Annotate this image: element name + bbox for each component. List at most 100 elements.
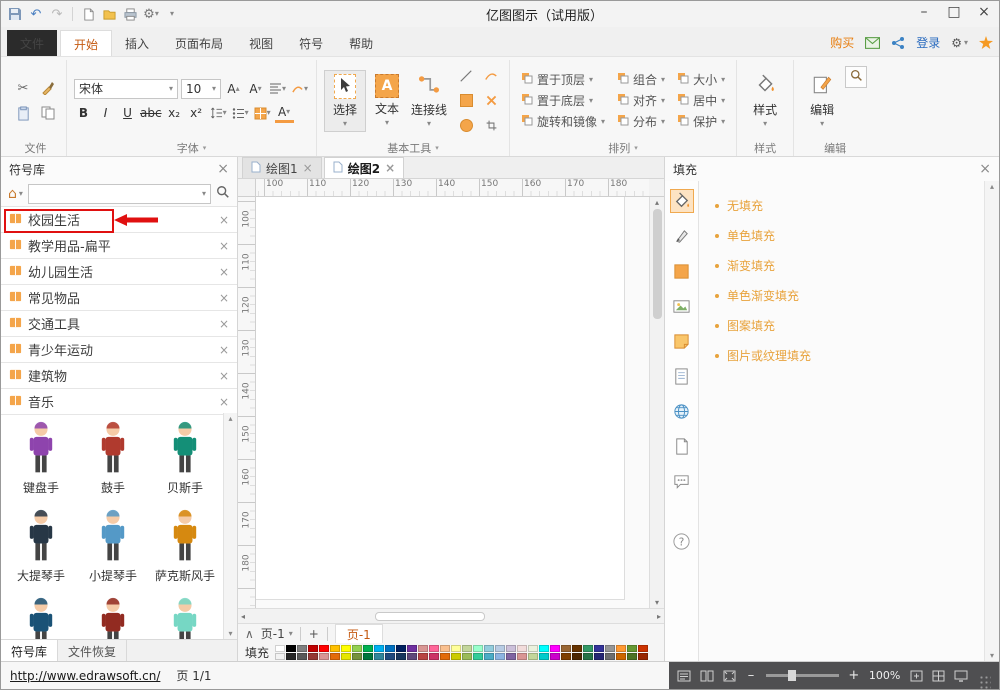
rectangle-tool-icon[interactable] bbox=[455, 90, 477, 112]
palette-color-swatch[interactable] bbox=[462, 645, 472, 652]
menu-tab[interactable]: 插入 bbox=[112, 30, 162, 56]
arrange-command[interactable]: 居中 ▾ bbox=[673, 90, 729, 111]
palette-color-swatch[interactable] bbox=[528, 653, 538, 660]
palette-color-swatch[interactable] bbox=[308, 653, 318, 660]
palette-color-swatch[interactable] bbox=[385, 645, 395, 652]
category-close-icon[interactable]: × bbox=[219, 239, 229, 253]
copy-icon[interactable] bbox=[37, 102, 59, 124]
symbol-category-row[interactable]: 青少年运动 × bbox=[1, 337, 237, 363]
palette-color-swatch[interactable] bbox=[638, 653, 648, 660]
palette-color-swatch[interactable] bbox=[594, 653, 604, 660]
palette-color-swatch[interactable] bbox=[627, 653, 637, 660]
zoom-in-button[interactable]: + bbox=[848, 668, 860, 683]
text-curve-button[interactable]: ▾ bbox=[290, 79, 309, 98]
vertical-scrollbar[interactable]: ▴ ▾ bbox=[649, 197, 664, 608]
palette-color-swatch[interactable] bbox=[418, 645, 428, 652]
drawing-page[interactable] bbox=[256, 197, 625, 600]
subscript-button[interactable]: x₂ bbox=[165, 104, 184, 123]
palette-color-swatch[interactable] bbox=[550, 645, 560, 652]
palette-color-swatch[interactable] bbox=[286, 645, 296, 652]
zoom-slider[interactable] bbox=[766, 674, 839, 677]
note-icon[interactable] bbox=[670, 329, 694, 353]
symbol-item[interactable] bbox=[77, 597, 149, 639]
arrange-command[interactable]: 大小 ▾ bbox=[673, 69, 729, 90]
scroll-up-icon[interactable]: ▴ bbox=[990, 182, 994, 191]
menu-tab[interactable]: 页面布局 bbox=[162, 30, 236, 56]
login-link[interactable]: 登录 bbox=[916, 34, 940, 51]
palette-color-swatch[interactable] bbox=[561, 653, 571, 660]
palette-color-swatch[interactable] bbox=[451, 653, 461, 660]
palette-color-swatch[interactable] bbox=[462, 653, 472, 660]
fit-to-window-icon[interactable] bbox=[910, 670, 923, 682]
palette-color-swatch[interactable] bbox=[539, 645, 549, 652]
image-icon[interactable] bbox=[670, 294, 694, 318]
page-dropdown[interactable]: 页-1▾ bbox=[261, 625, 293, 642]
maximize-button[interactable]: □ bbox=[939, 1, 969, 23]
symbol-category-row[interactable]: 常见物品 × bbox=[1, 285, 237, 311]
add-page-button[interactable]: + bbox=[300, 627, 328, 641]
connector-tool-button[interactable]: 连接线 ▾ bbox=[408, 71, 450, 131]
arrange-command[interactable]: 旋转和镜像 ▾ bbox=[517, 111, 609, 132]
line-spacing-button[interactable]: ▾ bbox=[209, 104, 228, 123]
style-button[interactable]: 样式 ▾ bbox=[744, 71, 786, 131]
symbol-item[interactable]: 键盘手 bbox=[5, 421, 77, 509]
share-icon[interactable] bbox=[891, 36, 905, 50]
palette-color-swatch[interactable] bbox=[550, 653, 560, 660]
new-document-icon[interactable] bbox=[80, 5, 96, 23]
page-tab[interactable]: 页-1 bbox=[335, 624, 383, 643]
bullet-list-button[interactable]: ▾ bbox=[231, 104, 250, 123]
view-fullscreen-icon[interactable] bbox=[723, 670, 736, 682]
font-name-combobox[interactable]: 宋体▾ bbox=[74, 79, 178, 99]
palette-color-swatch[interactable] bbox=[352, 653, 362, 660]
document-tab[interactable]: 绘图2 × bbox=[324, 157, 404, 178]
symbol-item[interactable]: 贝斯手 bbox=[149, 421, 221, 509]
text-highlight-button[interactable]: ▾ bbox=[253, 104, 272, 123]
open-folder-icon[interactable] bbox=[101, 5, 117, 23]
font-color-button[interactable]: A▾ bbox=[275, 104, 294, 123]
category-close-icon[interactable]: × bbox=[219, 213, 229, 227]
palette-color-swatch[interactable] bbox=[451, 645, 461, 652]
arrange-command[interactable]: 置于顶层 ▾ bbox=[517, 69, 609, 90]
text-align-button[interactable]: ▾ bbox=[268, 79, 287, 98]
close-button[interactable]: × bbox=[969, 1, 999, 23]
fill-option[interactable]: 渐变填充 bbox=[715, 257, 973, 274]
symbol-item[interactable]: 鼓手 bbox=[77, 421, 149, 509]
palette-color-swatch[interactable] bbox=[429, 653, 439, 660]
edit-button[interactable]: 编辑 ▾ bbox=[801, 71, 843, 131]
canvas-viewport[interactable] bbox=[256, 197, 649, 608]
fill-option[interactable]: 无填充 bbox=[715, 197, 973, 214]
scroll-down-icon[interactable]: ▾ bbox=[655, 598, 659, 607]
horizontal-scroll-thumb[interactable] bbox=[375, 612, 485, 621]
select-tool-button[interactable]: 选择 ▾ bbox=[324, 70, 366, 132]
scroll-down-icon[interactable]: ▾ bbox=[990, 651, 994, 660]
document-tab-close-icon[interactable]: × bbox=[385, 161, 395, 175]
page-properties-icon[interactable] bbox=[670, 434, 694, 458]
category-close-icon[interactable]: × bbox=[219, 265, 229, 279]
symbol-category-row[interactable]: 音乐 × bbox=[1, 389, 237, 415]
fill-panel-close-icon[interactable]: × bbox=[979, 162, 991, 176]
symbol-panel-close-icon[interactable]: × bbox=[217, 162, 229, 176]
palette-color-swatch[interactable] bbox=[407, 653, 417, 660]
palette-color-swatch[interactable] bbox=[484, 645, 494, 652]
buy-link[interactable]: 购买 bbox=[830, 34, 854, 51]
palette-color-swatch[interactable] bbox=[473, 653, 483, 660]
line-style-pen-icon[interactable] bbox=[670, 224, 694, 248]
palette-color-swatch[interactable] bbox=[363, 645, 373, 652]
arrange-command[interactable]: 组合 ▾ bbox=[613, 69, 669, 90]
palette-color-swatch[interactable] bbox=[638, 645, 648, 652]
font-dialog-launcher-icon[interactable]: ▾ bbox=[203, 144, 207, 152]
symbol-item[interactable] bbox=[5, 597, 77, 639]
arrange-command[interactable]: 分布 ▾ bbox=[613, 111, 669, 132]
monitor-icon[interactable] bbox=[954, 670, 968, 682]
paste-icon[interactable] bbox=[12, 102, 34, 124]
symbol-item[interactable]: 萨克斯风手 bbox=[149, 509, 221, 597]
document-tab[interactable]: 绘图1 × bbox=[242, 157, 322, 178]
category-close-icon[interactable]: × bbox=[219, 395, 229, 409]
resize-grip[interactable] bbox=[979, 675, 991, 689]
view-normal-icon[interactable] bbox=[677, 670, 691, 682]
text-tool-button[interactable]: A 文本 ▾ bbox=[366, 71, 408, 130]
palette-color-swatch[interactable] bbox=[440, 653, 450, 660]
symbol-category-row[interactable]: 交通工具 × bbox=[1, 311, 237, 337]
palette-color-swatch[interactable] bbox=[561, 645, 571, 652]
document-list-icon[interactable] bbox=[670, 364, 694, 388]
